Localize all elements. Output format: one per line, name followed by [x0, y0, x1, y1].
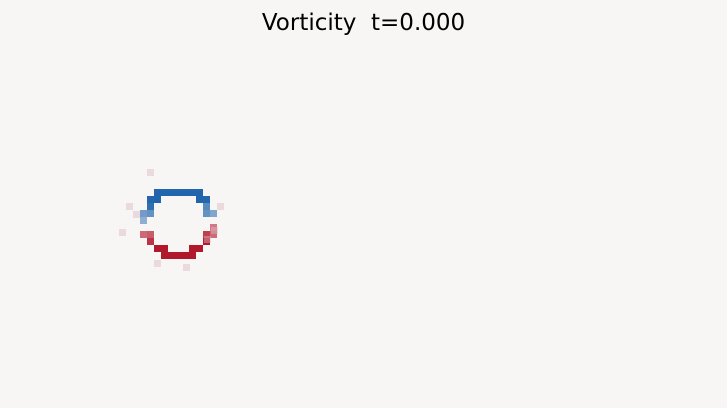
vorticity-cell-positive — [140, 231, 147, 238]
vorticity-halo-cell — [154, 260, 161, 267]
vorticity-cell-negative — [210, 210, 217, 217]
vorticity-cell-positive — [175, 252, 182, 259]
vorticity-cell-positive — [161, 252, 168, 259]
vorticity-cell-negative — [203, 210, 210, 217]
vorticity-cell-positive — [147, 238, 154, 245]
vorticity-halo-cell — [119, 229, 126, 236]
vorticity-cell-negative — [189, 189, 196, 196]
vorticity-cell-negative — [147, 196, 154, 203]
vorticity-cell-positive — [168, 252, 175, 259]
vorticity-cell-positive — [189, 252, 196, 259]
vorticity-halo-cell — [217, 203, 224, 210]
vorticity-cell-negative — [175, 189, 182, 196]
vorticity-cell-positive — [161, 245, 168, 252]
vorticity-cell-negative — [154, 196, 161, 203]
vorticity-halo-cell — [183, 264, 190, 271]
vorticity-halo-cell — [147, 169, 154, 176]
vorticity-cell-negative — [196, 196, 203, 203]
vorticity-cell-negative — [147, 203, 154, 210]
vorticity-halo-cell — [133, 211, 140, 218]
vorticity-halo-cell — [211, 227, 218, 234]
vorticity-field — [119, 169, 224, 271]
vorticity-cell-negative — [147, 210, 154, 217]
vorticity-cell-negative — [203, 196, 210, 203]
vorticity-cell-negative — [182, 189, 189, 196]
vorticity-cell-negative — [196, 189, 203, 196]
vorticity-halo-cell — [126, 203, 133, 210]
vorticity-cell-negative — [168, 189, 175, 196]
vorticity-halo-cell — [204, 236, 211, 243]
vorticity-cell-positive — [182, 252, 189, 259]
vorticity-cell-positive — [196, 245, 203, 252]
vorticity-cell-positive — [154, 245, 161, 252]
vorticity-cell-positive — [189, 245, 196, 252]
vorticity-cell-negative — [203, 203, 210, 210]
vorticity-cell-negative — [161, 189, 168, 196]
vorticity-cell-negative — [154, 189, 161, 196]
vorticity-cell-negative — [140, 210, 147, 217]
vorticity-cell-positive — [147, 231, 154, 238]
vorticity-cell-negative — [140, 217, 147, 224]
